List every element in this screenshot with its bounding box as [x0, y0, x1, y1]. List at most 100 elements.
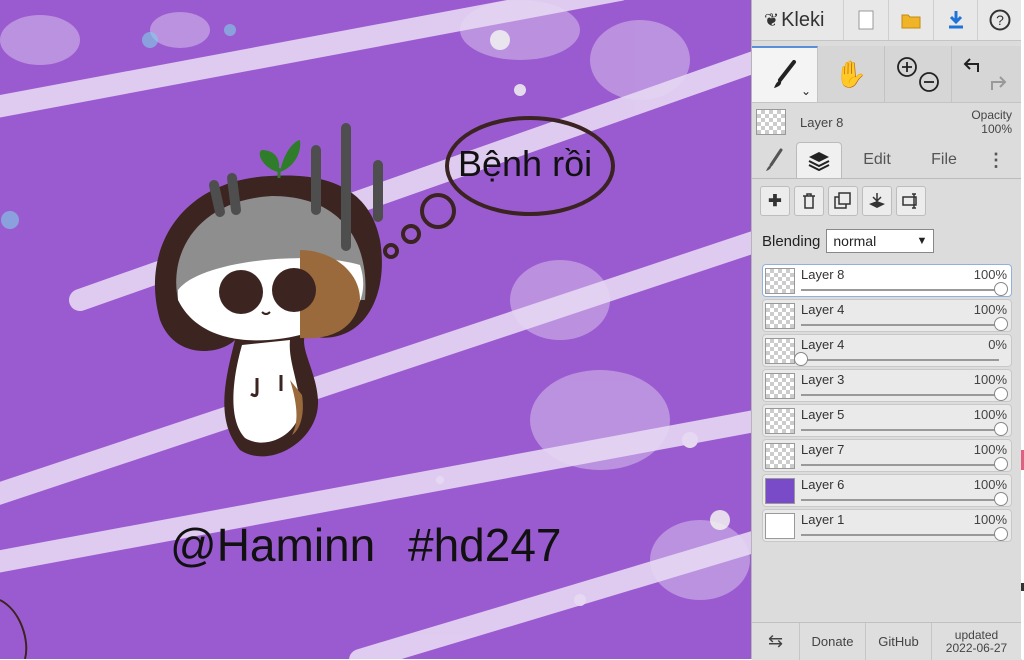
layer-list: Layer 8 100% Layer 4 100% Layer 4 0% Layer 3 10… [762, 264, 1012, 544]
layer-name: Layer 6 [801, 477, 845, 492]
github-link[interactable]: GitHub [866, 623, 932, 660]
layer-opacity-value: 100% [973, 442, 1007, 457]
layer-opacity-slider[interactable] [801, 394, 999, 396]
add-layer-button[interactable]: ✚ [760, 186, 790, 216]
layer-name: Layer 4 [801, 337, 845, 352]
add-layer-icon: ✚ [768, 193, 782, 210]
hand-tool-button[interactable]: ✋ [818, 46, 885, 102]
app-logo[interactable]: ❦ Kleki [752, 9, 843, 32]
app-name: Kleki [781, 8, 825, 31]
open-button[interactable] [888, 0, 933, 40]
layer-row[interactable]: Layer 6 100% [762, 474, 1012, 507]
opacity-label: Opacity [971, 108, 1012, 122]
layer-opacity-slider[interactable] [801, 359, 999, 361]
chevron-down-icon: ▼ [916, 235, 928, 247]
footer-bar: ⇆ Donate GitHub updated 2022-06-27 [752, 622, 1022, 660]
help-icon: ? [989, 9, 1011, 31]
slider-handle[interactable] [994, 282, 1008, 296]
layer-row[interactable]: Layer 5 100% [762, 404, 1012, 437]
help-glyph: ? [996, 12, 1004, 28]
layer-opacity-slider[interactable] [801, 324, 999, 326]
swap-sides-icon: ⇆ [767, 631, 784, 651]
duplicate-layer-button[interactable] [828, 186, 858, 216]
blending-value: normal [833, 233, 877, 249]
brush-tool-button[interactable]: ⌄ [752, 46, 818, 102]
opacity-readout[interactable]: Opacity 100% [971, 108, 1012, 136]
tool-row: ⌄ ✋ [752, 46, 1022, 103]
slider-handle[interactable] [994, 527, 1008, 541]
tab-file[interactable]: File [912, 142, 976, 178]
slider-handle[interactable] [994, 387, 1008, 401]
layer-action-buttons: ✚ [752, 186, 1024, 220]
new-image-icon [858, 10, 874, 30]
undo-redo-buttons[interactable] [952, 46, 1018, 102]
zoom-in-out-icon [897, 57, 939, 92]
chevron-down-icon[interactable]: ⌄ [801, 84, 811, 98]
layer-thumbnail [765, 373, 795, 399]
layer-row[interactable]: Layer 1 100% [762, 509, 1012, 542]
opacity-value: 100% [981, 122, 1012, 136]
tab-edit[interactable]: Edit [842, 142, 912, 178]
layer-thumbnail [765, 443, 795, 469]
undo-redo-icon [963, 58, 1007, 90]
merge-down-button[interactable] [862, 186, 892, 216]
slider-handle[interactable] [794, 352, 808, 366]
layer-name: Layer 8 [801, 267, 845, 282]
tool-panel: ❦ Kleki ? ⌄ ✋ Layer 8 Opacity 100% Edit … [751, 0, 1024, 660]
tab-brush[interactable] [752, 142, 796, 178]
slider-handle[interactable] [994, 317, 1008, 331]
layer-opacity-value: 100% [973, 477, 1007, 492]
zoom-buttons[interactable] [885, 46, 952, 102]
bubble-text: Bệnh rồi [458, 143, 593, 184]
merge-down-icon [869, 193, 885, 208]
layer-row[interactable]: Layer 4 0% [762, 334, 1012, 367]
current-layer-info: Layer 8 Opacity 100% [752, 104, 1022, 140]
more-menu-button[interactable]: ⋮ [976, 142, 1016, 178]
help-button[interactable]: ? [977, 0, 1022, 40]
brush-tab-icon [766, 148, 783, 171]
tab-layers[interactable] [796, 142, 842, 178]
layer-thumbnail [765, 268, 795, 294]
more-vertical-icon: ⋮ [987, 149, 1005, 170]
changelog-link[interactable]: updated 2022-06-27 [932, 623, 1021, 660]
layer-thumbnail [765, 338, 795, 364]
slider-handle[interactable] [994, 457, 1008, 471]
layer-opacity-slider[interactable] [801, 499, 999, 501]
new-image-button[interactable] [843, 0, 888, 40]
layer-opacity-slider[interactable] [801, 534, 999, 536]
layer-opacity-value: 100% [973, 512, 1007, 527]
drawing-canvas[interactable]: Bệnh rồi @Haminn #hd247 [0, 0, 751, 659]
top-bar: ❦ Kleki ? [752, 0, 1022, 41]
layer-opacity-slider[interactable] [801, 289, 999, 291]
brush-icon [773, 60, 796, 88]
layer-name: Layer 5 [801, 407, 845, 422]
blending-label: Blending [762, 232, 821, 250]
slider-handle[interactable] [994, 422, 1008, 436]
swap-sides-button[interactable]: ⇆ [752, 623, 800, 660]
save-button[interactable] [932, 0, 978, 40]
layer-opacity-slider[interactable] [801, 429, 999, 431]
layer-row[interactable]: Layer 3 100% [762, 369, 1012, 402]
layer-row[interactable]: Layer 8 100% [762, 264, 1012, 297]
layer-opacity-slider[interactable] [801, 464, 999, 466]
layer-thumbnail [765, 478, 795, 504]
slider-handle[interactable] [994, 492, 1008, 506]
layer-opacity-value: 100% [973, 302, 1007, 317]
blending-select[interactable]: normal ▼ [826, 229, 935, 253]
kleki-logo-icon: ❦ [764, 9, 780, 30]
layer-thumbnail [765, 513, 795, 539]
rename-layer-button[interactable] [896, 186, 926, 216]
layers-tab-icon [808, 151, 830, 171]
layer-name: Layer 1 [801, 512, 845, 527]
updated-label: updated [954, 627, 999, 642]
delete-layer-button[interactable] [794, 186, 824, 216]
open-folder-icon [901, 14, 921, 29]
panel-tabs: Edit File ⋮ [752, 140, 1022, 179]
layer-row[interactable]: Layer 4 100% [762, 299, 1012, 332]
layer-row[interactable]: Layer 7 100% [762, 439, 1012, 472]
layer-opacity-value: 100% [973, 372, 1007, 387]
layer-name: Layer 3 [801, 372, 845, 387]
current-layer-name: Layer 8 [800, 114, 844, 130]
donate-link[interactable]: Donate [800, 623, 866, 660]
layer-opacity-value: 100% [973, 407, 1007, 422]
